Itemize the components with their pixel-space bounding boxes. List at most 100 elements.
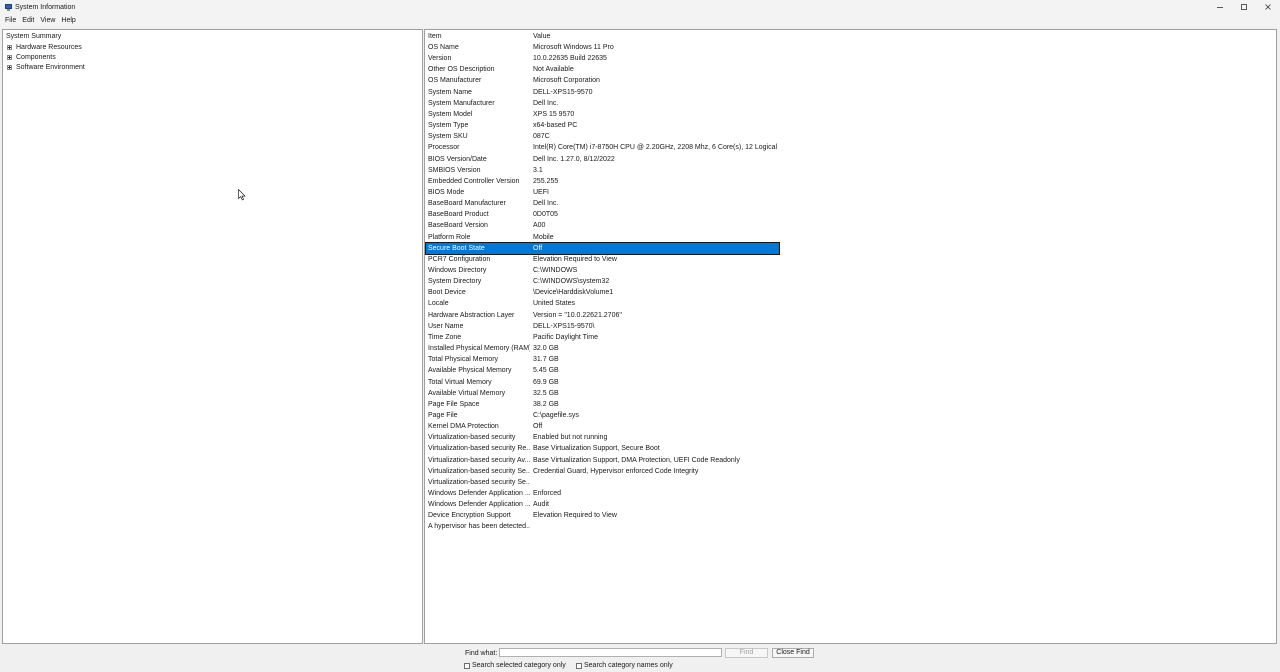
item-cell: SMBIOS Version bbox=[428, 166, 481, 174]
table-row[interactable]: Total Virtual Memory 69.9 GB bbox=[426, 377, 779, 388]
item-cell: Page File bbox=[428, 411, 458, 419]
table-row[interactable]: System Manufacturer Dell Inc. bbox=[426, 98, 779, 109]
table-row[interactable]: Time Zone Pacific Daylight Time bbox=[426, 332, 779, 343]
item-cell: Total Virtual Memory bbox=[428, 378, 492, 386]
item-cell: System Name bbox=[428, 88, 472, 96]
table-row[interactable]: Windows Directory C:\WINDOWS bbox=[426, 265, 779, 276]
table-row[interactable]: System Type x64-based PC bbox=[426, 120, 779, 131]
value-cell: 38.2 GB bbox=[533, 400, 559, 408]
expand-icon[interactable] bbox=[7, 45, 12, 50]
table-row[interactable]: Virtualization-based security Enabled but… bbox=[426, 432, 779, 443]
close-find-button[interactable]: Close Find bbox=[772, 648, 814, 658]
menu-view[interactable]: View bbox=[37, 14, 58, 28]
table-row[interactable]: System Directory C:\WINDOWS\system32 bbox=[426, 276, 779, 287]
value-cell: A00 bbox=[533, 222, 546, 230]
table-row[interactable]: Installed Physical Memory (RAM) 32.0 GB bbox=[426, 343, 779, 354]
search-selected-category-checkbox[interactable]: Search selected category only bbox=[464, 661, 566, 670]
value-cell: C:\pagefile.sys bbox=[533, 411, 579, 419]
item-cell: Virtualization-based security Se... bbox=[428, 467, 530, 475]
value-cell: Dell Inc. 1.27.0, 8/12/2022 bbox=[533, 155, 615, 163]
category-tree[interactable]: System Summary Hardware Resources Compon… bbox=[2, 29, 423, 644]
close-button[interactable] bbox=[1256, 0, 1280, 14]
table-row[interactable]: Page File Space 38.2 GB bbox=[426, 399, 779, 410]
table-row[interactable]: BIOS Version/Date Dell Inc. 1.27.0, 8/12/… bbox=[426, 154, 779, 165]
table-row[interactable]: System SKU 087C bbox=[426, 131, 779, 142]
table-row[interactable]: Virtualization-based security Se... Crede… bbox=[426, 466, 779, 477]
table-row[interactable]: Windows Defender Application ... Enforced bbox=[426, 488, 779, 499]
value-cell: Elevation Required to View bbox=[533, 512, 617, 520]
minimize-icon bbox=[1217, 7, 1223, 8]
table-row[interactable]: Hardware Abstraction Layer Version = "10.… bbox=[426, 310, 779, 321]
menu-file[interactable]: File bbox=[2, 14, 19, 28]
table-row[interactable]: Kernel DMA Protection Off bbox=[426, 421, 779, 432]
table-row[interactable]: Device Encryption Support Elevation Requi… bbox=[426, 510, 779, 521]
expand-icon[interactable] bbox=[7, 55, 12, 60]
table-row[interactable]: BIOS Mode UEFI bbox=[426, 187, 779, 198]
item-cell: BaseBoard Product bbox=[428, 211, 489, 219]
title-bar: System Information bbox=[0, 0, 1280, 14]
value-cell: Elevation Required to View bbox=[533, 255, 617, 263]
table-row[interactable]: Secure Boot State Off bbox=[425, 241, 780, 255]
details-list[interactable]: Item Value OS Name Microsoft Windows 11 P… bbox=[424, 29, 1277, 644]
value-cell: Dell Inc. bbox=[533, 200, 559, 208]
maximize-button[interactable] bbox=[1232, 0, 1256, 14]
table-row[interactable]: Boot Device \Device\HarddiskVolume1 bbox=[426, 287, 779, 298]
table-row[interactable]: Platform Role Mobile bbox=[426, 232, 779, 243]
value-cell: DELL-XPS15-9570 bbox=[533, 88, 593, 96]
table-row[interactable]: Total Physical Memory 31.7 GB bbox=[426, 354, 779, 365]
checkbox-box[interactable] bbox=[576, 662, 582, 669]
search-category-names-checkbox[interactable]: Search category names only bbox=[576, 661, 673, 670]
checkbox-label: Search category names only bbox=[584, 662, 673, 669]
value-cell: 32.5 GB bbox=[533, 389, 559, 397]
table-row[interactable]: Locale United States bbox=[426, 298, 779, 309]
value-cell: Dell Inc. bbox=[533, 99, 559, 107]
table-row[interactable]: Available Physical Memory 5.45 GB bbox=[426, 365, 779, 376]
table-row[interactable]: System Model XPS 15 9570 bbox=[426, 109, 779, 120]
item-cell: Virtualization-based security bbox=[428, 434, 516, 442]
table-row[interactable]: OS Manufacturer Microsoft Corporation bbox=[426, 75, 779, 86]
column-header-value[interactable]: Value bbox=[533, 31, 777, 42]
item-cell: Kernel DMA Protection bbox=[428, 423, 499, 431]
item-cell: Platform Role bbox=[428, 233, 471, 241]
table-row[interactable]: BaseBoard Manufacturer Dell Inc. bbox=[426, 198, 779, 209]
table-row[interactable]: Other OS Description Not Available bbox=[426, 64, 779, 75]
table-row[interactable]: System Name DELL-XPS15-9570 bbox=[426, 87, 779, 98]
table-row[interactable]: SMBIOS Version 3.1 bbox=[426, 165, 779, 176]
table-row[interactable]: Embedded Controller Version 255.255 bbox=[426, 176, 779, 187]
table-row[interactable]: Version 10.0.22635 Build 22635 bbox=[426, 53, 779, 64]
column-header-item[interactable]: Item bbox=[428, 31, 530, 42]
value-cell: Intel(R) Core(TM) i7-8750H CPU @ 2.20GHz… bbox=[533, 144, 777, 152]
table-row[interactable]: Available Virtual Memory 32.5 GB bbox=[426, 388, 779, 399]
value-cell: C:\WINDOWS bbox=[533, 267, 578, 274]
table-row[interactable]: User Name DELL-XPS15-9570\ bbox=[426, 321, 779, 332]
value-cell: Not Available bbox=[533, 66, 574, 74]
table-row[interactable]: OS Name Microsoft Windows 11 Pro bbox=[426, 42, 779, 53]
item-cell: OS Name bbox=[428, 44, 459, 51]
table-row[interactable]: BaseBoard Version A00 bbox=[426, 220, 779, 231]
table-row[interactable]: Windows Defender Application ... Audit bbox=[426, 499, 779, 510]
maximize-icon bbox=[1241, 4, 1247, 10]
value-cell: 087C bbox=[533, 133, 550, 141]
expand-icon[interactable] bbox=[7, 65, 12, 70]
table-row[interactable]: Virtualization-based security Se... bbox=[426, 477, 779, 488]
menu-help[interactable]: Help bbox=[58, 14, 78, 28]
checkbox-box[interactable] bbox=[464, 662, 470, 669]
value-cell: 69.9 GB bbox=[533, 378, 559, 386]
table-row[interactable]: Virtualization-based security Av... Base … bbox=[426, 455, 779, 466]
system-information-app-icon bbox=[5, 3, 12, 11]
table-row[interactable]: A hypervisor has been detected... bbox=[426, 521, 779, 532]
table-row[interactable]: PCR7 Configuration Elevation Required to … bbox=[426, 254, 779, 265]
table-row[interactable]: Processor Intel(R) Core(TM) i7-8750H CPU … bbox=[426, 142, 779, 153]
value-cell: C:\WINDOWS\system32 bbox=[533, 278, 610, 286]
item-cell: System Model bbox=[428, 110, 473, 118]
table-row[interactable]: Virtualization-based security Re... Base … bbox=[426, 443, 779, 454]
minimize-button[interactable] bbox=[1208, 0, 1232, 14]
find-button[interactable]: Find bbox=[725, 648, 768, 658]
tree-item-system-summary[interactable]: System Summary bbox=[5, 32, 62, 42]
find-what-input[interactable] bbox=[499, 648, 722, 657]
table-row[interactable]: BaseBoard Product 0D0T05 bbox=[426, 209, 779, 220]
value-cell: x64-based PC bbox=[533, 122, 578, 130]
value-cell: 31.7 GB bbox=[533, 356, 559, 364]
table-row[interactable]: Page File C:\pagefile.sys bbox=[426, 410, 779, 421]
menu-edit[interactable]: Edit bbox=[19, 14, 37, 28]
